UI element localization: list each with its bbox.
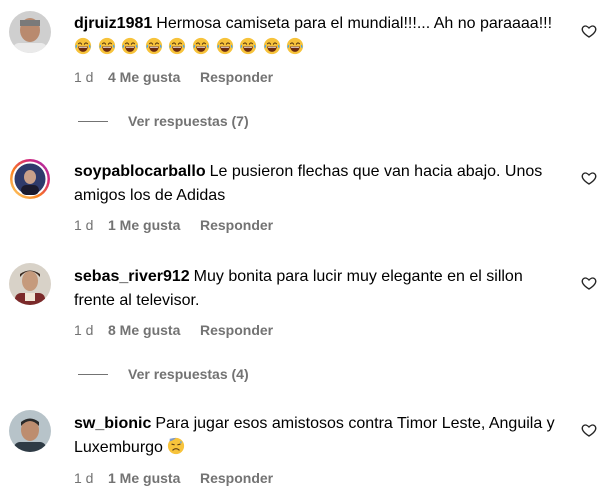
comment-username[interactable]: sebas_river912 <box>74 268 190 285</box>
laughing-tears-emoji-icon <box>98 37 116 55</box>
avatar-photo-icon <box>9 410 51 452</box>
emoji-row <box>74 37 310 56</box>
comment-time: 1 d <box>74 217 94 233</box>
disappointed-sweat-emoji-icon <box>167 437 185 455</box>
reply-button[interactable]: Responder <box>200 322 273 338</box>
laughing-tears-emoji-icon <box>216 37 234 55</box>
laughing-tears-emoji-icon <box>145 37 163 55</box>
laughing-tears-emoji-icon <box>286 37 304 55</box>
view-replies-label: Ver respuestas (7) <box>128 113 249 129</box>
view-replies-button[interactable]: Ver respuestas (4) <box>78 366 249 382</box>
comment-likes[interactable]: 8 Me gusta <box>108 322 200 338</box>
comment-likes[interactable]: 4 Me gusta <box>108 69 200 85</box>
laughing-tears-emoji-icon <box>192 37 210 55</box>
comment-meta: 1 d 4 Me gusta Responder <box>74 69 273 85</box>
avatar[interactable] <box>9 263 51 305</box>
comment-likes[interactable]: 1 Me gusta <box>108 470 200 486</box>
view-replies-label: Ver respuestas (4) <box>128 366 249 382</box>
avatar-photo-icon <box>10 159 50 199</box>
laughing-tears-emoji-icon <box>121 37 139 55</box>
comment-username[interactable]: sw_bionic <box>74 415 151 432</box>
comment-body: sw_bionic Para jugar esos amistosos contr… <box>74 412 564 460</box>
comment-body: djruiz1981 Hermosa camiseta para el mundi… <box>74 12 564 60</box>
view-replies-button[interactable]: Ver respuestas (7) <box>78 113 249 129</box>
avatar[interactable] <box>9 11 51 53</box>
comment-time: 1 d <box>74 470 94 486</box>
like-heart-icon[interactable] <box>581 422 597 438</box>
laughing-tears-emoji-icon <box>74 37 92 55</box>
reply-button[interactable]: Responder <box>200 69 273 85</box>
comment-meta: 1 d 1 Me gusta Responder <box>74 470 273 486</box>
replies-divider-line <box>78 120 108 122</box>
laughing-tears-emoji-icon <box>263 37 281 55</box>
laughing-tears-emoji-icon <box>239 37 257 55</box>
reply-button[interactable]: Responder <box>200 470 273 486</box>
avatar[interactable] <box>9 410 51 452</box>
comment-text: Hermosa camiseta para el mundial!!!... A… <box>156 15 553 32</box>
comment-time: 1 d <box>74 322 94 338</box>
comment-body: sebas_river912 Muy bonita para lucir muy … <box>74 265 564 313</box>
like-heart-icon[interactable] <box>581 170 597 186</box>
replies-divider-line <box>78 373 108 375</box>
comment-time: 1 d <box>74 69 94 85</box>
comment-username[interactable]: soypablocarballo <box>74 163 206 180</box>
like-heart-icon[interactable] <box>581 275 597 291</box>
avatar-photo-icon <box>9 11 51 53</box>
avatar-photo-icon <box>9 263 51 305</box>
comment-likes[interactable]: 1 Me gusta <box>108 217 200 233</box>
comment-username[interactable]: djruiz1981 <box>74 15 152 32</box>
reply-button[interactable]: Responder <box>200 217 273 233</box>
avatar[interactable] <box>9 158 51 200</box>
like-heart-icon[interactable] <box>581 23 597 39</box>
comment-body: soypablocarballo Le pusieron flechas que … <box>74 160 564 208</box>
comment-meta: 1 d 1 Me gusta Responder <box>74 217 273 233</box>
laughing-tears-emoji-icon <box>168 37 186 55</box>
comment-meta: 1 d 8 Me gusta Responder <box>74 322 273 338</box>
